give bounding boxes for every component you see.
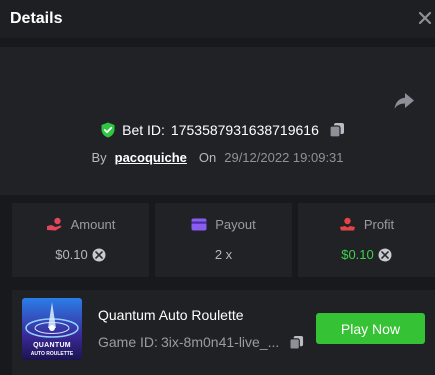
roulette-art-icon [25,302,79,338]
payout-card: Payout 2 x [155,203,292,277]
copy-icon[interactable] [329,122,345,138]
header-bar: Details [0,0,435,38]
game-card: QUANTUM AUTO ROULETTE Quantum Auto Roule… [12,290,435,375]
amount-label: Amount [70,217,116,232]
profit-value: $0.10 [341,247,374,262]
payout-label: Payout [215,217,256,232]
copy-icon[interactable] [289,335,304,350]
bet-id-row: Bet ID: 1753587931638719616 [0,120,435,140]
coin-icon [378,248,392,261]
game-name: Quantum Auto Roulette [98,307,244,323]
by-label: By [91,149,107,165]
close-icon[interactable] [416,9,434,27]
profit-card: Profit $0.10 [298,203,435,277]
game-id-label: Game ID: [98,334,158,350]
play-now-button[interactable]: Play Now [316,313,425,344]
profit-icon [339,217,355,231]
bet-meta-row: By pacoquiche On 29/12/2022 19:09:31 [0,148,435,166]
share-icon[interactable] [393,91,415,111]
on-label: On [198,149,217,165]
profit-label: Profit [363,217,395,232]
hand-coins-icon [46,217,62,231]
coin-icon [92,248,106,261]
page-title: Details [10,10,63,27]
bet-id-value: 1753587931638719616 [170,122,319,138]
game-thumbnail[interactable]: QUANTUM AUTO ROULETTE [22,298,82,360]
amount-value: $0.10 [55,247,88,262]
amount-card: Amount $0.10 [12,203,149,277]
thumbnail-subtitle: AUTO ROULETTE [30,351,74,357]
payout-value: 2 x [214,247,233,262]
game-id-value: 3ix-8m0n41-live_... [161,334,280,350]
username-link[interactable]: pacoquiche [115,150,187,165]
thumbnail-title: QUANTUM [33,342,71,349]
bet-date: 29/12/2022 19:09:31 [224,149,344,165]
shield-check-icon [101,122,115,138]
card-icon [191,218,207,231]
bet-id-label: Bet ID: [122,122,165,138]
